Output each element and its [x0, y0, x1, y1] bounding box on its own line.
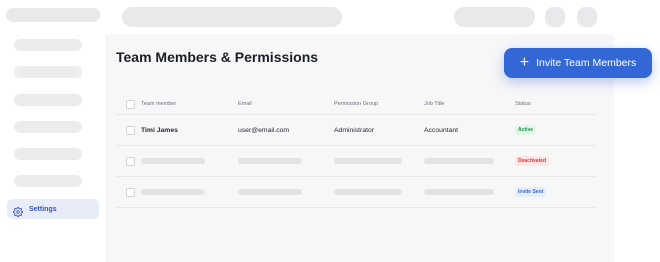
- sidebar-item-settings[interactable]: Settings: [7, 199, 99, 219]
- status-badge: Deactivated: [515, 156, 550, 166]
- member-job-title: Accountant: [424, 126, 459, 134]
- table-row[interactable]: Deactivated: [116, 146, 596, 177]
- row-checkbox[interactable]: [126, 187, 135, 197]
- member-permission-group: Administrator: [334, 126, 375, 134]
- invite-button-label: Invite Team Members: [536, 57, 637, 69]
- text-placeholder: [141, 189, 205, 195]
- sidebar-item-placeholder[interactable]: [14, 39, 82, 51]
- gear-icon: [13, 204, 24, 217]
- plus-icon: +: [519, 54, 530, 71]
- sidebar-item-placeholder[interactable]: [14, 148, 82, 160]
- sidebar-item-placeholder[interactable]: [14, 175, 82, 187]
- invite-team-members-button[interactable]: + Invite Team Members: [504, 48, 652, 78]
- status-badge: Invite Sent: [515, 187, 547, 197]
- table-header-row: Team member Email Permission Group Job T…: [116, 94, 596, 115]
- top-icon-placeholder[interactable]: [545, 7, 565, 27]
- select-all-checkbox[interactable]: [126, 99, 135, 109]
- text-placeholder: [141, 158, 205, 164]
- top-search-placeholder[interactable]: [122, 7, 342, 27]
- top-action-placeholder[interactable]: [454, 7, 535, 27]
- column-header-email[interactable]: Email: [238, 94, 252, 114]
- sidebar-item-label: Settings: [29, 205, 57, 213]
- row-checkbox[interactable]: [126, 156, 135, 166]
- member-name: Timi James: [141, 126, 178, 134]
- column-header-status[interactable]: Status: [515, 94, 531, 114]
- column-header-team-member[interactable]: Team member: [141, 94, 176, 114]
- sidebar-item-placeholder[interactable]: [14, 121, 82, 133]
- text-placeholder: [334, 189, 402, 195]
- text-placeholder: [238, 158, 302, 164]
- member-email: user@email.com: [238, 126, 290, 134]
- table-row[interactable]: Timi James user@email.com Administrator …: [116, 115, 596, 146]
- top-icon-placeholder[interactable]: [577, 7, 597, 27]
- sidebar-item-placeholder[interactable]: [14, 94, 82, 106]
- text-placeholder: [238, 189, 302, 195]
- team-members-table: Team member Email Permission Group Job T…: [116, 94, 596, 208]
- sidebar-item-placeholder[interactable]: [14, 66, 82, 78]
- top-logo-placeholder: [6, 8, 100, 22]
- table-row[interactable]: Invite Sent: [116, 177, 596, 208]
- text-placeholder: [424, 158, 494, 164]
- status-badge: Active: [515, 125, 537, 135]
- column-header-job-title[interactable]: Job Title: [424, 94, 444, 114]
- text-placeholder: [334, 158, 402, 164]
- column-header-permission-group[interactable]: Permission Group: [334, 94, 378, 114]
- text-placeholder: [424, 189, 494, 195]
- page-title: Team Members & Permissions: [116, 49, 319, 65]
- row-checkbox[interactable]: [126, 125, 135, 135]
